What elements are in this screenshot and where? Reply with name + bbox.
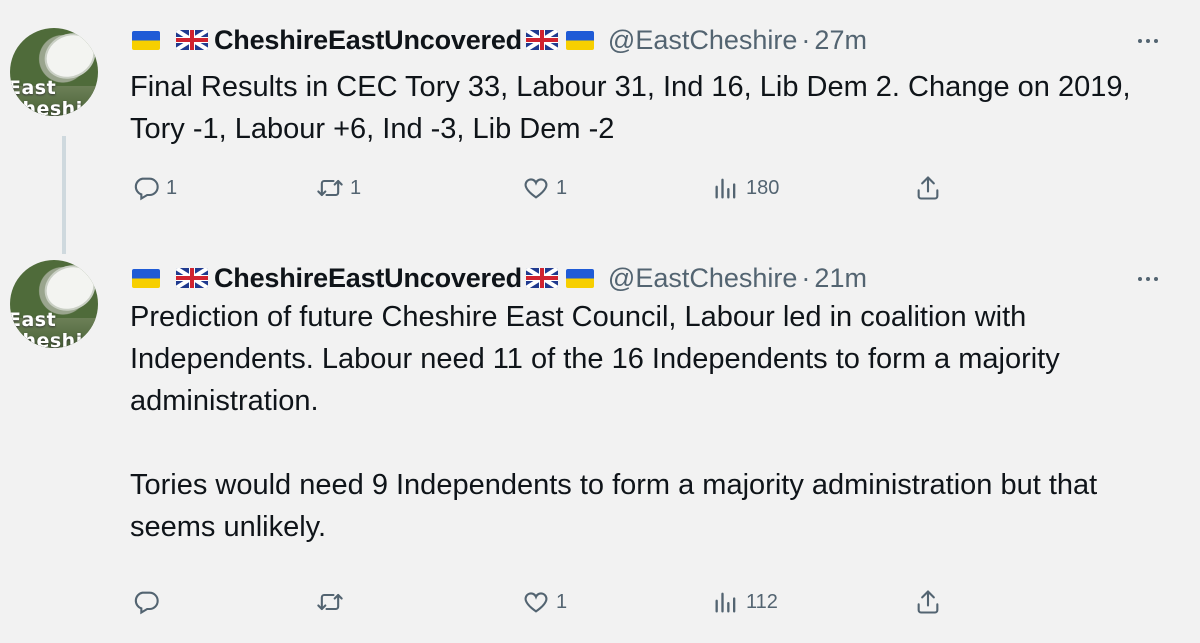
timestamp[interactable]: 27m <box>814 25 867 56</box>
action-bar: 1 112 <box>0 584 1200 620</box>
user-handle[interactable]: @EastCheshire <box>608 263 798 294</box>
heart-icon <box>524 592 548 613</box>
ukraine-flag-icon <box>132 30 160 50</box>
ukraine-flag-icon <box>132 268 160 288</box>
views-button[interactable]: 180 <box>712 170 779 206</box>
union-jack-flag-icon <box>525 30 558 50</box>
like-count: 1 <box>556 590 568 613</box>
separator-dot: · <box>801 24 811 55</box>
action-bar: 1 1 1 180 <box>0 170 1200 206</box>
share-icon <box>917 590 939 614</box>
avatar-text: East Cheshi <box>10 309 83 349</box>
tweet-header: CheshireEastUncovered @EastCheshire · 21… <box>132 258 867 298</box>
views-button[interactable]: 112 <box>712 584 778 620</box>
more-horizontal-icon[interactable] <box>1128 26 1168 56</box>
tweet[interactable]: East Cheshi CheshireEastUncovered @EastC… <box>0 240 1200 643</box>
tweet[interactable]: East Cheshi CheshireEastUncovered @EastC… <box>0 0 1200 240</box>
reply-icon <box>134 177 159 201</box>
like-button[interactable]: 1 <box>522 584 567 620</box>
ukraine-flag-icon <box>565 268 594 288</box>
avatar[interactable]: East Cheshi <box>10 260 98 348</box>
like-count: 1 <box>556 176 568 199</box>
avatar-text: East Cheshi <box>10 77 83 117</box>
retweet-button[interactable]: 1 <box>316 170 361 206</box>
views-count: 180 <box>746 176 780 199</box>
share-button[interactable] <box>914 170 942 206</box>
share-button[interactable] <box>914 584 942 620</box>
views-icon <box>715 592 736 613</box>
like-button[interactable]: 1 <box>522 170 567 206</box>
retweet-icon <box>317 179 343 197</box>
retweet-icon <box>317 593 343 611</box>
tweet-text: Final Results in CEC Tory 33, Labour 31,… <box>130 71 1139 145</box>
tweet-text: Prediction of future Cheshire East Counc… <box>130 301 1098 543</box>
reply-count: 1 <box>166 176 178 199</box>
union-jack-flag-icon <box>525 268 558 288</box>
retweet-count: 1 <box>350 176 362 199</box>
heart-icon <box>524 178 548 199</box>
views-count: 112 <box>746 590 778 613</box>
avatar[interactable]: East Cheshi <box>10 28 98 116</box>
union-jack-flag-icon <box>176 268 208 288</box>
share-icon <box>917 176 939 200</box>
display-name[interactable]: CheshireEastUncovered <box>214 25 522 56</box>
display-name[interactable]: CheshireEastUncovered <box>214 263 522 294</box>
reply-button[interactable]: 1 <box>132 170 177 206</box>
reply-icon <box>134 591 159 615</box>
user-handle[interactable]: @EastCheshire <box>608 25 798 56</box>
retweet-button[interactable] <box>316 584 350 620</box>
ukraine-flag-icon <box>565 30 594 50</box>
union-jack-flag-icon <box>176 30 208 50</box>
views-icon <box>715 178 736 199</box>
separator-dot: · <box>801 262 811 293</box>
timestamp[interactable]: 21m <box>814 263 867 294</box>
more-horizontal-icon[interactable] <box>1128 264 1168 294</box>
reply-button[interactable] <box>132 584 166 620</box>
tweet-header: CheshireEastUncovered @EastCheshire · 27… <box>132 20 867 60</box>
